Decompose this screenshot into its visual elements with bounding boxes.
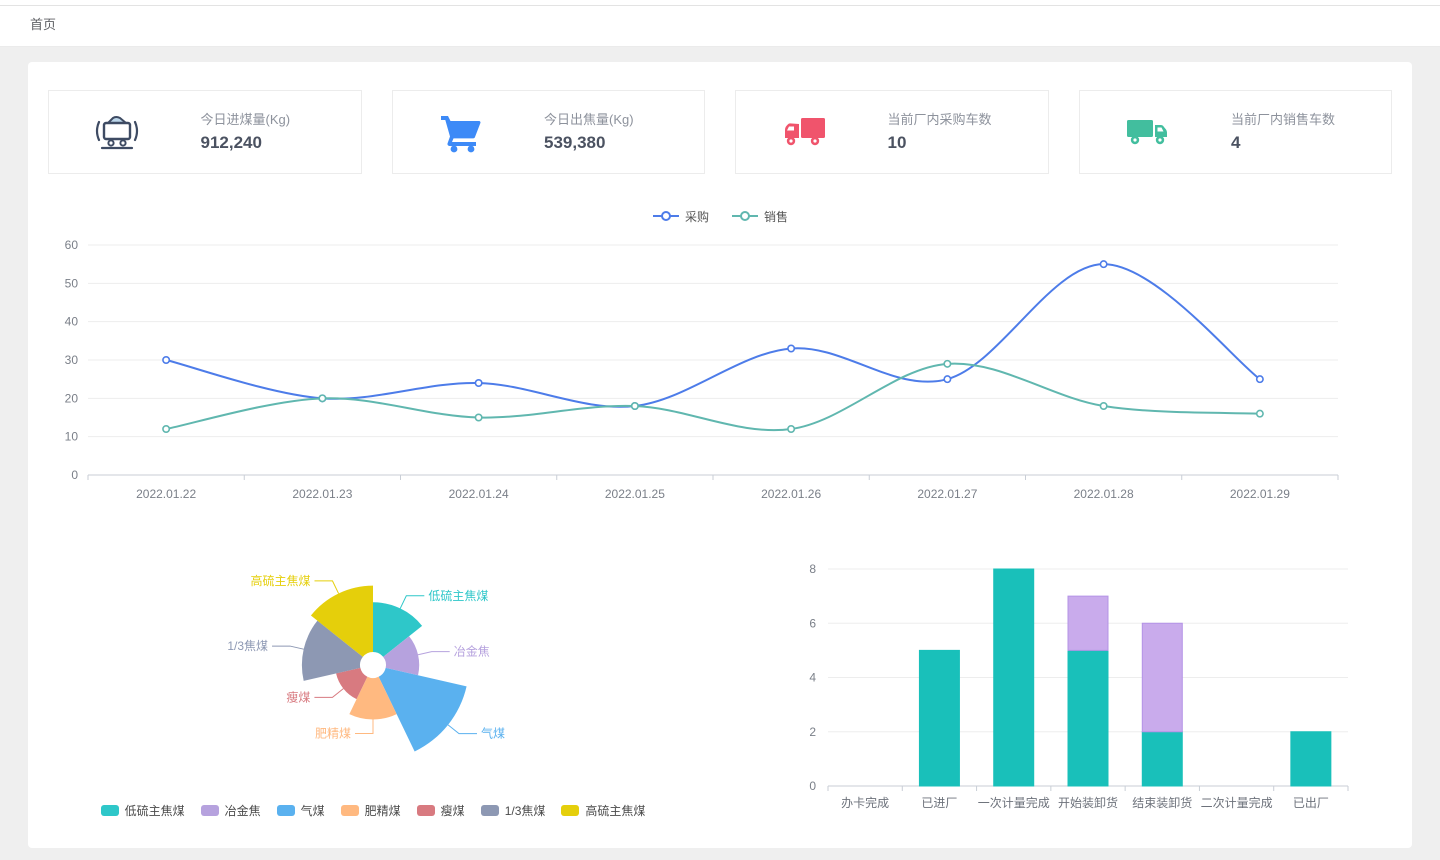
sales-truck-icon	[1118, 112, 1178, 152]
svg-text:气煤: 气煤	[481, 726, 505, 741]
legend-swatch-icon	[201, 805, 219, 816]
legend-item-销售[interactable]: 销售	[731, 208, 788, 225]
legend-item-肥精煤[interactable]: 肥精煤	[341, 802, 401, 819]
svg-text:10: 10	[65, 430, 79, 444]
legend-item-气煤[interactable]: 气煤	[277, 802, 325, 819]
stat-label: 今日出焦量(Kg)	[544, 111, 682, 129]
stat-card-purchase-trucks: 当前厂内采购车数 10	[735, 90, 1049, 174]
svg-text:肥精煤: 肥精煤	[315, 727, 351, 741]
legend-item-采购[interactable]: 采购	[652, 208, 709, 225]
svg-text:2022.01.26: 2022.01.26	[761, 487, 821, 501]
svg-text:60: 60	[65, 238, 79, 252]
svg-text:4: 4	[809, 671, 816, 685]
stat-label: 当前厂内销售车数	[1231, 111, 1369, 129]
svg-text:1/3焦煤: 1/3焦煤	[227, 639, 268, 653]
svg-text:0: 0	[809, 779, 816, 793]
legend-swatch-icon	[101, 805, 119, 816]
legend-label: 低硫主焦煤	[125, 802, 185, 819]
legend-item-瘦煤[interactable]: 瘦煤	[417, 802, 465, 819]
legend-item-1/3焦煤[interactable]: 1/3焦煤	[481, 802, 546, 819]
legend-swatch-icon	[481, 805, 499, 816]
legend-swatch-icon	[561, 805, 579, 816]
legend-label: 高硫主焦煤	[585, 802, 645, 819]
svg-text:已进厂: 已进厂	[921, 796, 957, 810]
coal-type-rose-chart: 低硫主焦煤冶金焦气煤 肥精煤 瘦煤 1/3焦煤 高硫主焦煤	[28, 553, 718, 789]
stat-text: 当前厂内采购车数 10	[888, 111, 1026, 153]
stat-label: 今日进煤量(Kg)	[201, 111, 339, 129]
coal-type-chart-block: 低硫主焦煤冶金焦气煤肥精煤瘦煤1/3焦煤高硫主焦煤 低硫主焦煤冶金焦气煤肥精煤瘦…	[28, 553, 718, 819]
main-panel: 今日进煤量(Kg) 912,240 今日出焦量(Kg) 539,380	[28, 62, 1412, 848]
legend-label: 冶金焦	[225, 802, 261, 819]
svg-text:低硫主焦煤: 低硫主焦煤	[428, 588, 488, 603]
stat-value: 539,380	[544, 133, 682, 153]
svg-text:2022.01.29: 2022.01.29	[1230, 487, 1290, 501]
svg-text:已出厂: 已出厂	[1293, 796, 1329, 810]
stat-text: 当前厂内销售车数 4	[1231, 111, 1369, 153]
stat-value: 4	[1231, 133, 1369, 153]
stat-text: 今日进煤量(Kg) 912,240	[201, 111, 339, 153]
stat-label: 当前厂内采购车数	[888, 111, 1026, 129]
line-legend-marker-icon	[652, 210, 680, 222]
shopping-cart-icon	[431, 110, 491, 154]
stat-card-sales-trucks: 当前厂内销售车数 4	[1079, 90, 1393, 174]
purchase-sales-line-chart: 0 10 20 30 40 50 60 2022.01.22 2022.01.23 2022.01…	[28, 230, 1408, 522]
line-chart-section: 采购 销售 0 10 20 30 40 50 60 2022.01.22 2022.01.23 20…	[28, 206, 1412, 527]
rose-chart-legend: 低硫主焦煤 冶金焦 气煤 肥精煤 瘦煤 1/3焦煤 高硫主焦煤	[28, 802, 718, 819]
stat-value: 912,240	[201, 133, 339, 153]
legend-swatch-icon	[341, 805, 359, 816]
vehicle-status-chart-block: 0 2 4 6 8 办卡完成 已进厂 一次计量完成开始装卸货结束装卸货二次计量完成 已出厂	[718, 553, 1408, 819]
legend-label: 气煤	[301, 802, 325, 819]
svg-text:40: 40	[65, 315, 79, 329]
svg-text:2022.01.28: 2022.01.28	[1074, 487, 1134, 501]
stat-value: 10	[888, 133, 1026, 153]
coal-cart-icon	[87, 110, 147, 154]
purchase-truck-icon	[774, 112, 834, 152]
svg-text:办卡完成: 办卡完成	[841, 795, 889, 810]
legend-label: 瘦煤	[441, 802, 465, 819]
legend-swatch-icon	[417, 805, 435, 816]
svg-text:2: 2	[809, 725, 816, 739]
stat-cards-row: 今日进煤量(Kg) 912,240 今日出焦量(Kg) 539,380	[28, 62, 1412, 174]
svg-text:2022.01.22: 2022.01.22	[136, 487, 196, 501]
legend-item-低硫主焦煤[interactable]: 低硫主焦煤	[101, 802, 185, 819]
legend-item-冶金焦[interactable]: 冶金焦	[201, 802, 261, 819]
line-chart-legend: 采购 销售	[28, 206, 1412, 226]
svg-text:高硫主焦煤: 高硫主焦煤	[250, 573, 310, 588]
vehicle-status-bar-chart: 0 2 4 6 8 办卡完成 已进厂 一次计量完成开始装卸货结束装卸货二次计量完成 已出厂	[718, 553, 1408, 811]
line-legend-marker-icon	[731, 210, 759, 222]
svg-text:2022.01.23: 2022.01.23	[292, 487, 352, 501]
bottom-charts-row: 低硫主焦煤冶金焦气煤肥精煤瘦煤1/3焦煤高硫主焦煤 低硫主焦煤冶金焦气煤肥精煤瘦…	[28, 553, 1412, 819]
svg-text:2022.01.24: 2022.01.24	[449, 487, 509, 501]
svg-text:二次计量完成: 二次计量完成	[1201, 795, 1273, 810]
svg-text:8: 8	[809, 562, 816, 576]
stat-card-coal-in: 今日进煤量(Kg) 912,240	[48, 90, 362, 174]
svg-text:冶金焦: 冶金焦	[454, 644, 490, 659]
svg-text:2022.01.25: 2022.01.25	[605, 487, 665, 501]
stat-text: 今日出焦量(Kg) 539,380	[544, 111, 682, 153]
topbar: 首页	[0, 0, 1440, 47]
legend-label: 采购	[685, 208, 709, 225]
legend-swatch-icon	[277, 805, 295, 816]
svg-text:2022.01.27: 2022.01.27	[917, 487, 977, 501]
svg-text:一次计量完成: 一次计量完成	[978, 795, 1050, 810]
legend-label: 肥精煤	[365, 802, 401, 819]
legend-label: 1/3焦煤	[505, 802, 546, 819]
stat-card-coke-out: 今日出焦量(Kg) 539,380	[392, 90, 706, 174]
svg-text:0: 0	[71, 468, 78, 482]
svg-text:开始装卸货: 开始装卸货	[1058, 795, 1118, 810]
svg-text:瘦煤: 瘦煤	[286, 689, 310, 704]
legend-label: 销售	[764, 208, 788, 225]
svg-text:6: 6	[809, 616, 816, 630]
legend-item-高硫主焦煤[interactable]: 高硫主焦煤	[561, 802, 645, 819]
svg-text:50: 50	[65, 276, 79, 290]
svg-text:30: 30	[65, 353, 79, 367]
svg-text:结束装卸货: 结束装卸货	[1132, 795, 1192, 810]
svg-text:20: 20	[65, 391, 79, 405]
breadcrumb-home[interactable]: 首页	[30, 14, 56, 33]
